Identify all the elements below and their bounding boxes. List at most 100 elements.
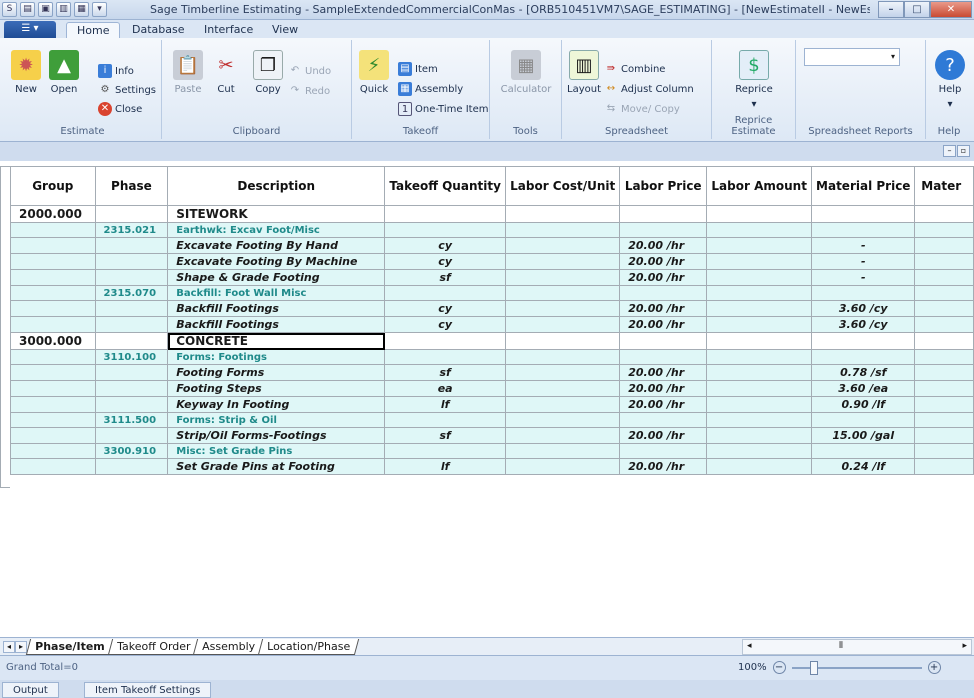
cell-labor-cost-unit[interactable] <box>505 269 621 286</box>
col-header-description[interactable]: Description <box>167 166 386 206</box>
cell-material-price[interactable]: 3.60 /cy <box>811 316 916 333</box>
cell-labor-amount[interactable] <box>706 349 813 365</box>
cell-labor-amount[interactable] <box>706 443 813 459</box>
col-header-phase[interactable]: Phase <box>94 166 169 206</box>
cell-takeoff-quantity[interactable] <box>384 205 507 223</box>
cell-labor-cost-unit[interactable] <box>505 458 621 475</box>
layout-button[interactable]: ▥ Layout <box>562 50 606 95</box>
col-header-labor-amount[interactable]: Labor Amount <box>706 166 813 206</box>
cell-material-price[interactable]: 0.78 /sf <box>811 364 916 381</box>
cell-labor-cost-unit[interactable] <box>505 412 621 428</box>
cell-labor-amount[interactable] <box>706 237 813 254</box>
cell-labor-price[interactable] <box>619 443 708 459</box>
cell-takeoff-quantity[interactable]: sf <box>384 269 507 286</box>
copy-button[interactable]: ❐ Copy <box>246 50 290 95</box>
cell-material-amount[interactable] <box>914 285 974 301</box>
cell-phase[interactable] <box>94 380 169 397</box>
cell-labor-amount[interactable] <box>706 205 813 223</box>
cell-material-price[interactable] <box>811 349 916 365</box>
save-icon[interactable]: ▣ <box>38 2 53 17</box>
cell-labor-cost-unit[interactable] <box>505 396 621 413</box>
zoom-slider[interactable] <box>791 660 922 675</box>
cell-material-amount[interactable] <box>914 269 974 286</box>
cell-labor-price[interactable]: 20.00 /hr <box>619 316 708 333</box>
col-header-material-price[interactable]: Material Price <box>811 166 916 206</box>
cell-labor-cost-unit[interactable] <box>505 443 621 459</box>
cell-labor-price[interactable]: 20.00 /hr <box>619 427 708 444</box>
cell-labor-price[interactable]: 20.00 /hr <box>619 364 708 381</box>
horizontal-scrollbar[interactable]: ◂ ⦀ ▸ <box>742 639 972 655</box>
cell-material-price[interactable] <box>811 412 916 428</box>
cell-material-amount[interactable] <box>914 412 974 428</box>
cell-material-amount[interactable] <box>914 205 974 223</box>
cell-takeoff-quantity[interactable]: ea <box>384 380 507 397</box>
cell-phase[interactable] <box>94 364 169 381</box>
cell-takeoff-quantity[interactable] <box>384 332 507 350</box>
cell-phase[interactable]: 3111.500 <box>94 412 169 428</box>
cell-material-amount[interactable] <box>914 349 974 365</box>
cell-material-amount[interactable] <box>914 332 974 350</box>
calculator-button[interactable]: ▦ Calculator <box>501 50 551 95</box>
cell-phase[interactable]: 3110.100 <box>94 349 169 365</box>
cell-takeoff-quantity[interactable] <box>384 222 507 238</box>
cell-material-price[interactable]: 15.00 /gal <box>811 427 916 444</box>
cell-group[interactable] <box>10 380 96 397</box>
cell-labor-cost-unit[interactable] <box>505 222 621 238</box>
col-header-material-amount[interactable]: Mater <box>914 166 974 206</box>
cell-takeoff-quantity[interactable]: lf <box>384 396 507 413</box>
cell-material-price[interactable]: 3.60 /ea <box>811 380 916 397</box>
cell-group[interactable] <box>10 253 96 270</box>
phase-row[interactable]: 3300.910 Misc: Set Grade Pins <box>10 443 974 459</box>
item-takeoff-button[interactable]: ▤ Item <box>398 62 438 76</box>
cut-button[interactable]: ✂ Cut <box>204 50 248 96</box>
cell-labor-price[interactable]: 20.00 /hr <box>619 380 708 397</box>
cell-description[interactable]: Shape & Grade Footing <box>167 269 386 286</box>
cell-group[interactable] <box>10 222 96 238</box>
item-row[interactable]: Excavate Footing By Machine cy 20.00 /hr - <box>10 253 974 270</box>
item-row[interactable]: Shape & Grade Footing sf 20.00 /hr - <box>10 269 974 286</box>
cell-description[interactable]: SITEWORK <box>167 205 386 223</box>
item-row[interactable]: Footing Steps ea 20.00 /hr 3.60 /ea <box>10 380 974 397</box>
cell-phase[interactable]: 3300.910 <box>94 443 169 459</box>
customize-qat-icon[interactable]: ▾ <box>92 2 107 17</box>
cell-takeoff-quantity[interactable] <box>384 285 507 301</box>
one-time-item-button[interactable]: 1 One-Time Item <box>398 102 488 116</box>
cell-description[interactable]: Set Grade Pins at Footing <box>167 458 386 475</box>
cell-labor-amount[interactable] <box>706 427 813 444</box>
cell-material-amount[interactable] <box>914 380 974 397</box>
cell-phase[interactable] <box>94 269 169 286</box>
item-row[interactable]: Backfill Footings cy 20.00 /hr 3.60 /cy <box>10 316 974 333</box>
close-window-button[interactable]: ✕ <box>930 1 972 18</box>
cell-labor-amount[interactable] <box>706 269 813 286</box>
cell-takeoff-quantity[interactable]: sf <box>384 364 507 381</box>
cell-material-amount[interactable] <box>914 458 974 475</box>
cell-group[interactable] <box>10 237 96 254</box>
cell-labor-cost-unit[interactable] <box>505 285 621 301</box>
tab-phase-item[interactable]: Phase/Item <box>25 639 114 655</box>
cell-description[interactable]: Excavate Footing By Hand <box>167 237 386 254</box>
phase-row[interactable]: 2315.021 Earthwk: Excav Foot/Misc <box>10 222 974 238</box>
cell-phase[interactable] <box>94 253 169 270</box>
cell-labor-cost-unit[interactable] <box>505 332 621 350</box>
scroll-grip-icon[interactable]: ⦀ <box>839 641 843 651</box>
group-row[interactable]: 3000.000 CONCRETE <box>10 332 974 350</box>
cell-material-amount[interactable] <box>914 396 974 413</box>
tab-interface[interactable]: Interface <box>194 22 263 38</box>
cell-material-amount[interactable] <box>914 316 974 333</box>
item-row[interactable]: Backfill Footings cy 20.00 /hr 3.60 /cy <box>10 300 974 317</box>
cell-labor-price[interactable] <box>619 412 708 428</box>
cell-takeoff-quantity[interactable] <box>384 412 507 428</box>
cell-labor-cost-unit[interactable] <box>505 237 621 254</box>
cell-group[interactable] <box>10 443 96 459</box>
col-header-group[interactable]: Group <box>10 166 96 206</box>
cell-description[interactable]: Excavate Footing By Machine <box>167 253 386 270</box>
group-row[interactable]: 2000.000 SITEWORK <box>10 205 974 223</box>
tab-scroll-right-button[interactable]: ▸ <box>15 641 27 653</box>
reprice-button[interactable]: $ Reprice ▾ <box>732 50 776 110</box>
cell-group[interactable] <box>10 396 96 413</box>
cell-material-price[interactable]: 0.90 /lf <box>811 396 916 413</box>
app-icon[interactable]: S <box>2 2 17 17</box>
cell-labor-cost-unit[interactable] <box>505 349 621 365</box>
col-header-labor-price[interactable]: Labor Price <box>619 166 708 206</box>
item-row[interactable]: Set Grade Pins at Footing lf 20.00 /hr 0.24… <box>10 458 974 475</box>
